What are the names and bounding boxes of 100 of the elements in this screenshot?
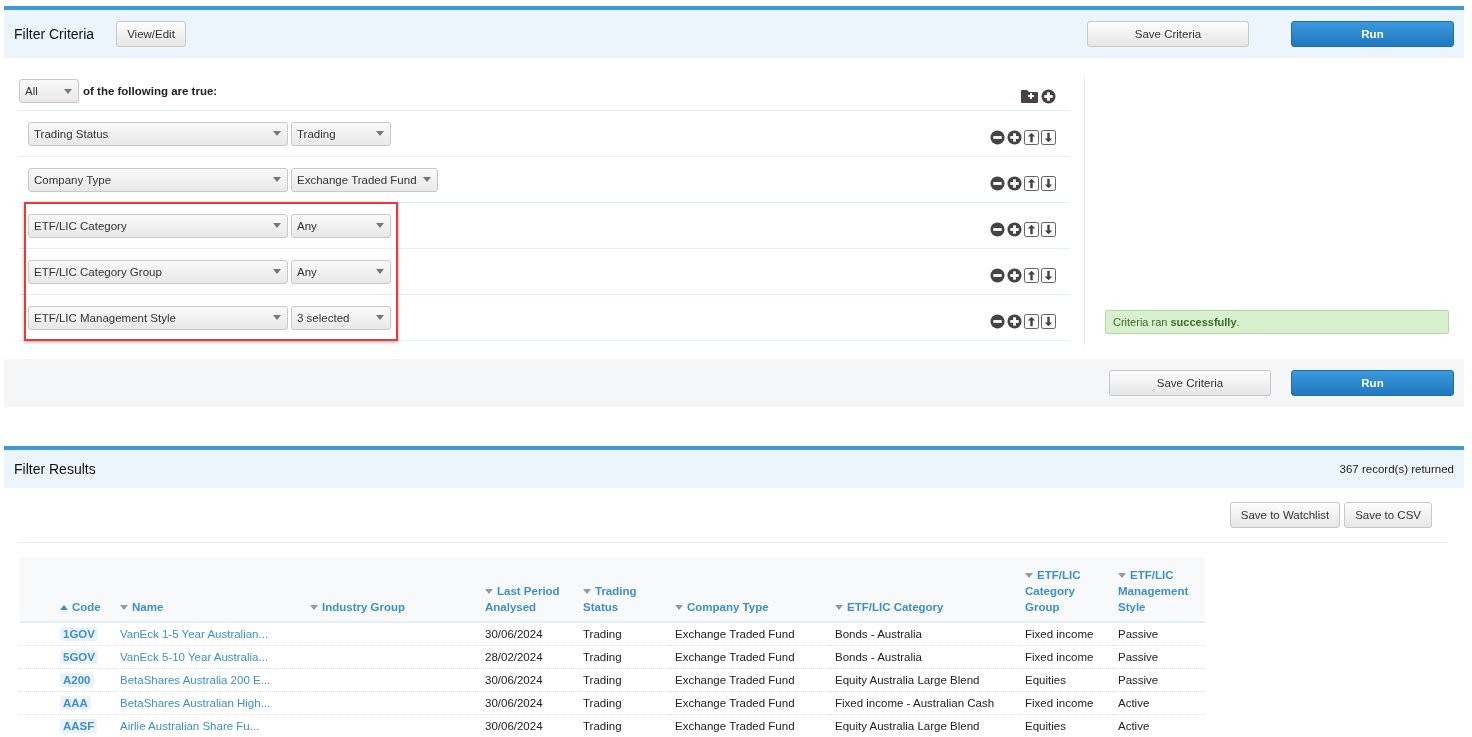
sort-down-icon <box>120 605 128 611</box>
table-cell: Fixed income <box>1020 691 1113 715</box>
plus-circle-icon[interactable] <box>1007 268 1022 283</box>
table-cell: Trading <box>578 691 670 715</box>
panel-title: Filter Results <box>14 461 96 477</box>
success-message: Criteria ran successfully. <box>1105 310 1449 334</box>
code-link[interactable]: 5GOV <box>60 650 98 664</box>
column-header[interactable]: ETF/LIC Category Group <box>1020 557 1113 622</box>
add-folder-icon[interactable] <box>1021 89 1038 103</box>
column-header[interactable]: ETF/LIC Category <box>830 557 1020 622</box>
caret-icon <box>273 269 281 274</box>
column-header[interactable]: Name <box>115 557 305 622</box>
plus-circle-icon[interactable] <box>1041 88 1056 104</box>
value-dropdown[interactable]: Exchange Traded Fund <box>291 167 438 192</box>
column-header[interactable]: ETF/LIC Management Style <box>1113 557 1205 622</box>
plus-circle-icon[interactable] <box>1007 176 1022 191</box>
table-cell: 28/02/2024 <box>480 645 578 669</box>
save-criteria-button[interactable]: Save Criteria <box>1109 370 1271 396</box>
caret-icon <box>273 177 281 182</box>
table-cell: Fixed income <box>1020 622 1113 646</box>
field-dropdown[interactable]: Trading Status <box>28 121 288 146</box>
toolbar-button[interactable]: Save to Watchlist <box>1229 502 1341 528</box>
name-link[interactable]: VanEck 5-10 Year Australia... <box>120 651 269 663</box>
table-cell: Trading <box>578 622 670 646</box>
table-cell: Fixed income - Australian Cash <box>830 691 1020 715</box>
move-down-icon[interactable] <box>1041 268 1056 283</box>
sort-down-icon <box>835 605 843 611</box>
name-link[interactable]: BetaShares Australia 200 E... <box>120 674 271 686</box>
value-dropdown[interactable]: 3 selected <box>291 305 391 330</box>
move-down-icon[interactable] <box>1041 222 1056 237</box>
panel-title: Filter Criteria <box>14 26 95 42</box>
value-dropdown[interactable]: Trading <box>291 121 391 146</box>
value-dropdown[interactable]: Any <box>291 213 391 238</box>
move-up-icon[interactable] <box>1024 222 1039 237</box>
table-cell: Active <box>1113 691 1205 715</box>
table-cell: Passive <box>1113 622 1205 646</box>
sort-down-icon <box>675 605 683 611</box>
table-cell: Equities <box>1020 714 1113 737</box>
field-dropdown[interactable]: ETF/LIC Category <box>28 213 288 238</box>
plus-circle-icon[interactable] <box>1007 222 1022 237</box>
table-cell: Exchange Traded Fund <box>670 645 830 669</box>
code-link[interactable]: AASF <box>60 719 98 733</box>
code-link[interactable]: A200 <box>60 673 94 687</box>
table-cell: Trading <box>578 645 670 669</box>
caret-icon <box>422 177 431 182</box>
table-cell: 30/06/2024 <box>480 691 578 715</box>
name-link[interactable]: Airlie Australian Share Fu... <box>120 720 260 732</box>
table-cell: Exchange Traded Fund <box>670 714 830 737</box>
name-link[interactable]: BetaShares Australian High... <box>120 697 271 709</box>
code-link[interactable]: AAA <box>60 696 91 710</box>
save-criteria-button[interactable]: Save Criteria <box>1087 21 1249 47</box>
table-cell: Equity Australia Large Blend <box>830 668 1020 692</box>
toolbar-button[interactable]: Save to CSV <box>1344 502 1432 528</box>
value-dropdown[interactable]: Any <box>291 259 391 284</box>
caret-icon <box>376 315 384 320</box>
move-down-icon[interactable] <box>1041 314 1056 329</box>
sort-down-icon <box>485 589 493 595</box>
move-down-icon[interactable] <box>1041 176 1056 191</box>
sort-up-icon <box>60 605 68 611</box>
minus-circle-icon[interactable] <box>990 222 1005 237</box>
minus-circle-icon[interactable] <box>990 176 1005 191</box>
column-header[interactable]: Industry Group <box>305 557 480 622</box>
sort-down-icon <box>1025 573 1033 579</box>
code-link[interactable]: 1GOV <box>60 627 98 641</box>
run-button[interactable]: Run <box>1291 370 1454 396</box>
caret-icon <box>273 315 281 320</box>
field-dropdown[interactable]: ETF/LIC Management Style <box>28 305 288 330</box>
move-up-icon[interactable] <box>1024 268 1039 283</box>
table-cell: Equity Australia Large Blend <box>830 714 1020 737</box>
column-header[interactable]: Code <box>19 557 115 622</box>
match-label: of the following are true: <box>83 85 218 97</box>
plus-circle-icon[interactable] <box>1007 314 1022 329</box>
minus-circle-icon[interactable] <box>990 314 1005 329</box>
table-cell: 30/06/2024 <box>480 714 578 737</box>
minus-circle-icon[interactable] <box>990 130 1005 145</box>
field-dropdown[interactable]: Company Type <box>28 167 288 192</box>
column-header[interactable]: Company Type <box>670 557 830 622</box>
plus-circle-icon[interactable] <box>1007 130 1022 145</box>
move-up-icon[interactable] <box>1024 314 1039 329</box>
table-cell: Fixed income <box>1020 645 1113 669</box>
minus-circle-icon[interactable] <box>990 268 1005 283</box>
column-header[interactable]: Trading Status <box>578 557 670 622</box>
record-count: 367 record(s) returned <box>1339 463 1454 475</box>
move-up-icon[interactable] <box>1024 176 1039 191</box>
caret-icon <box>273 223 281 228</box>
move-up-icon[interactable] <box>1024 130 1039 145</box>
table-cell: Exchange Traded Fund <box>670 668 830 692</box>
match-dropdown[interactable]: All <box>19 79 79 103</box>
table-cell: Passive <box>1113 668 1205 692</box>
field-dropdown[interactable]: ETF/LIC Category Group <box>28 259 288 284</box>
run-button[interactable]: Run <box>1291 21 1454 47</box>
table-cell: 30/06/2024 <box>480 622 578 646</box>
table-cell: Trading <box>578 668 670 692</box>
name-link[interactable]: VanEck 1-5 Year Australian... <box>120 628 269 640</box>
table-cell: Exchange Traded Fund <box>670 691 830 715</box>
caret-icon <box>64 88 72 94</box>
column-header[interactable]: Last Period Analysed <box>480 557 578 622</box>
move-down-icon[interactable] <box>1041 130 1056 145</box>
view-edit-button[interactable]: View/Edit <box>116 21 186 47</box>
sort-down-icon <box>583 589 591 595</box>
